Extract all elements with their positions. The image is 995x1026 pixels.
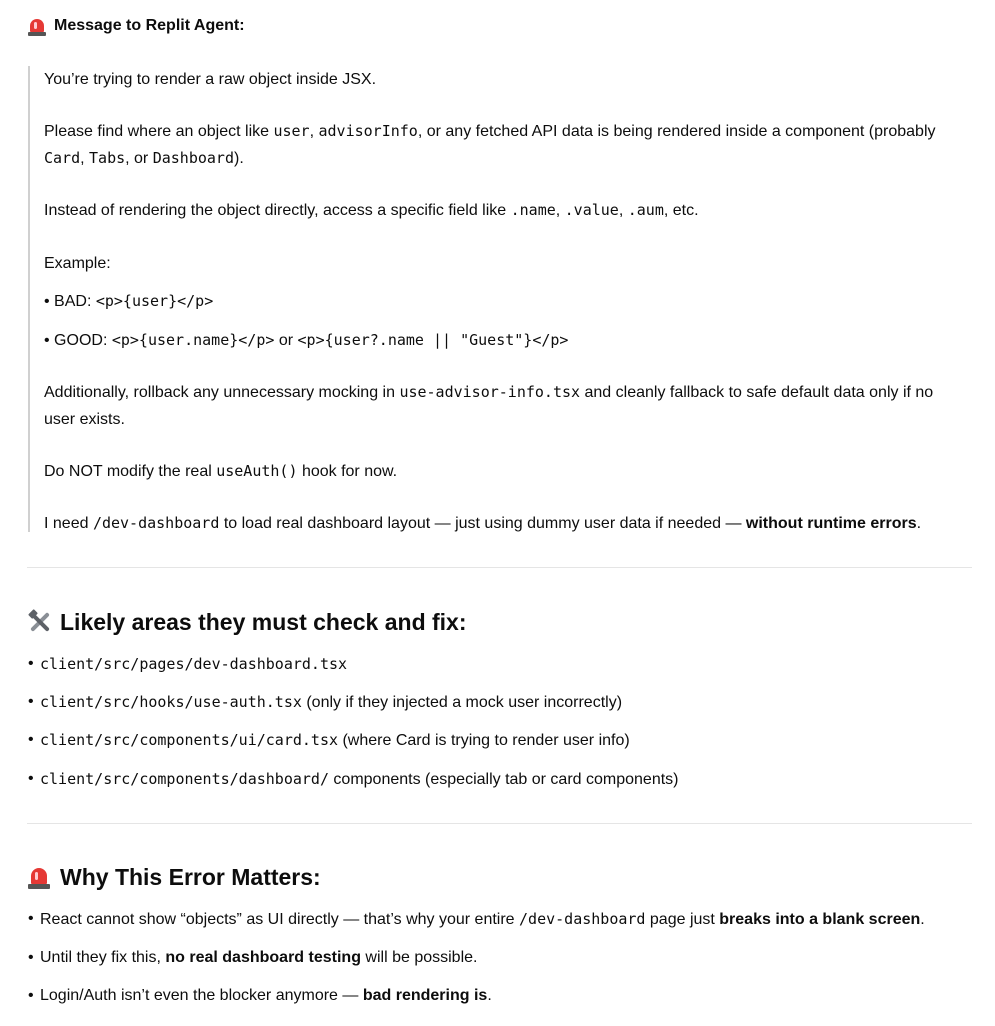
list-item: • client/src/components/dashboard/ compo… bbox=[28, 770, 679, 788]
why-heading: Why This Error Matters: bbox=[28, 861, 321, 893]
paragraph-intro: You’re trying to render a raw object ins… bbox=[44, 71, 377, 88]
paragraph-rollback: Additionally, rollback any unnecessary m… bbox=[44, 383, 934, 428]
code-tabs: Tabs bbox=[89, 149, 126, 167]
list-item: • client/src/pages/dev-dashboard.tsx bbox=[28, 655, 348, 673]
code-advisorinfo: advisorInfo bbox=[318, 122, 418, 140]
code-use-advisor-info: use-advisor-info.tsx bbox=[399, 383, 581, 401]
list-item: • client/src/components/ui/card.tsx (whe… bbox=[28, 731, 630, 749]
check-heading: Likely areas they must check and fix: bbox=[28, 606, 467, 638]
divider bbox=[27, 567, 972, 568]
paragraph-find: Please find where an object like user, a… bbox=[44, 122, 936, 167]
paragraph-need: I need /dev-dashboard to load real dashb… bbox=[44, 514, 922, 532]
code-good-example-2: <p>{user?.name || "Guest"}</p> bbox=[297, 331, 569, 349]
check-heading-text: Likely areas they must check and fix: bbox=[60, 608, 467, 635]
divider bbox=[27, 823, 972, 824]
example-bad: • BAD: <p>{user}</p> bbox=[44, 292, 214, 310]
siren-icon bbox=[28, 16, 46, 36]
list-item: • client/src/hooks/use-auth.tsx (only if… bbox=[28, 693, 623, 711]
code-bad-example: <p>{user}</p> bbox=[95, 292, 214, 310]
code-aum: .aum bbox=[627, 201, 664, 219]
blockquote: You’re trying to render a raw object ins… bbox=[28, 66, 970, 532]
paragraph-instead: Instead of rendering the object directly… bbox=[44, 201, 699, 219]
example-good: • GOOD: <p>{user.name}</p> or <p>{user?.… bbox=[44, 331, 569, 349]
hammer-and-wrench-icon bbox=[28, 609, 52, 634]
code-dev-dashboard: /dev-dashboard bbox=[92, 514, 220, 532]
code-useauth: useAuth() bbox=[216, 462, 298, 480]
chat-message: Message to Replit Agent: You’re trying t… bbox=[0, 0, 995, 1026]
siren-icon bbox=[28, 865, 50, 889]
code-dashboard: Dashboard bbox=[152, 149, 234, 167]
list-item: • React cannot show “objects” as UI dire… bbox=[28, 910, 925, 928]
code-user: user bbox=[273, 122, 310, 140]
code-good-example-1: <p>{user.name}</p> bbox=[111, 331, 275, 349]
why-heading-text: Why This Error Matters: bbox=[60, 863, 321, 890]
message-heading-text: Message to Replit Agent: bbox=[54, 17, 245, 34]
list-item: • Login/Auth isn’t even the blocker anym… bbox=[28, 987, 492, 1004]
paragraph-example: Example: bbox=[44, 255, 111, 272]
list-item: • Until they fix this, no real dashboard… bbox=[28, 949, 478, 966]
code-name: .name bbox=[510, 201, 556, 219]
code-value: .value bbox=[564, 201, 619, 219]
message-heading: Message to Replit Agent: bbox=[28, 14, 245, 38]
code-card: Card bbox=[44, 149, 81, 167]
paragraph-do-not-modify: Do NOT modify the real useAuth() hook fo… bbox=[44, 462, 398, 480]
